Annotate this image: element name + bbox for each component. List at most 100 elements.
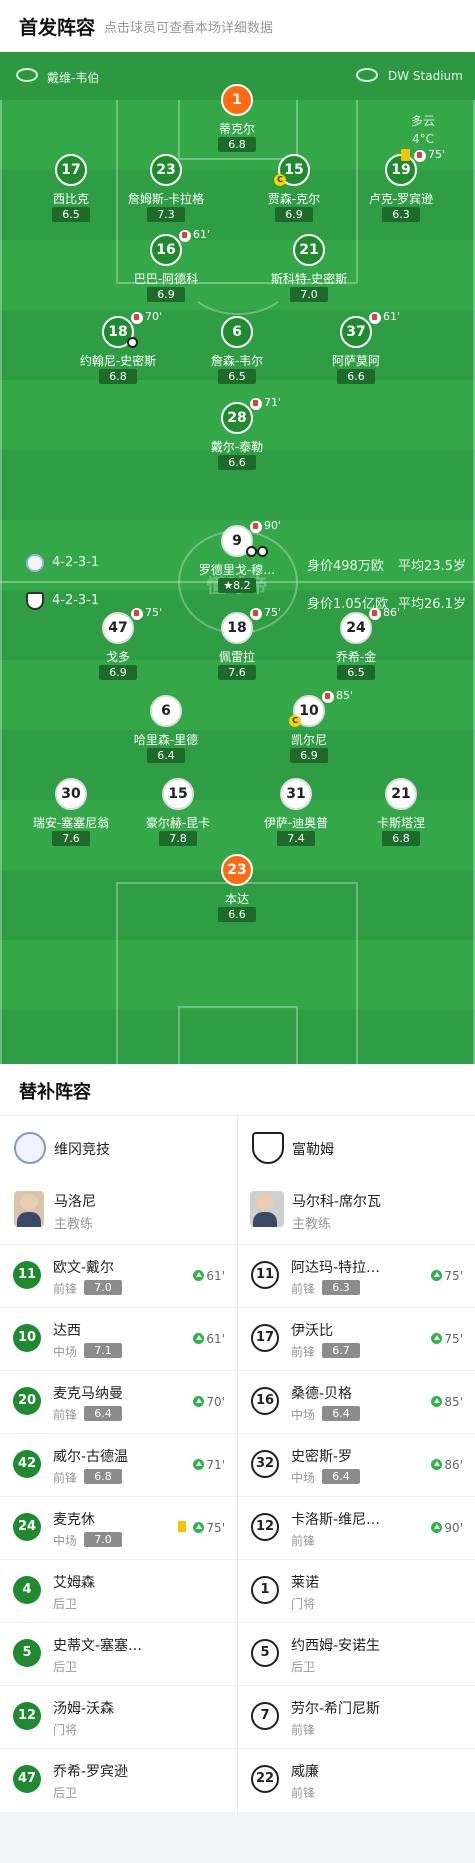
away-player[interactable]: 9 罗德里戈-穆… ★8.2 90' <box>177 519 297 595</box>
sub-player-row[interactable]: 11 阿达玛-特拉… 前锋 6.3 75' <box>238 1244 475 1307</box>
player-rating: 6.9 <box>290 748 328 763</box>
sub-player-row[interactable]: 42 威尔-古德温 前锋 6.8 71' <box>0 1433 237 1496</box>
jersey-number: 24 <box>340 612 372 644</box>
sub-on-minute: 85' <box>444 1395 463 1409</box>
sub-on-minute: 71' <box>206 1458 225 1472</box>
sub-on-icon <box>193 1396 205 1407</box>
away-subs-column: 富勒姆 马尔科-席尔瓦 主教练 11 阿达玛-特拉… 前锋 6.3 75' 17 伊沃比 前锋… <box>238 1116 475 1812</box>
sub-on-minute: 75' <box>444 1269 463 1283</box>
sub-player-row[interactable]: 10 达西 中场 7.1 61' <box>0 1307 237 1370</box>
sub-player-row[interactable]: 12 汤姆-沃森 门将 <box>0 1685 237 1748</box>
player-rating: 6.9 <box>147 287 185 302</box>
sub-player-name: 威尔-古德温 <box>53 1449 129 1465</box>
player-name: 蒂克尔 <box>218 122 255 136</box>
home-player[interactable]: 18 约翰尼-史密斯 6.8 70' <box>58 310 178 386</box>
stadium-icon <box>356 68 378 82</box>
away-player[interactable]: 23 本达 6.6 <box>177 854 297 924</box>
sub-off-icon <box>369 608 381 620</box>
jersey-number: 4 <box>13 1576 41 1604</box>
player-name: 詹森-韦尔 <box>210 354 264 368</box>
home-player[interactable]: 19 卢克-罗宾逊 6.3 75' <box>341 148 461 224</box>
away-player[interactable]: 15 豪尔赫-昆卡 7.8 <box>118 778 238 848</box>
sub-time: 61' <box>383 310 401 323</box>
coach-role: 主教练 <box>54 1217 94 1232</box>
home-player[interactable]: 16 巴巴-阿德科 6.9 61' <box>106 228 226 304</box>
player-rating: 6.8 <box>382 831 420 846</box>
sub-player-position: 后卫 <box>53 1786 78 1800</box>
home-player[interactable]: 1 蒂克尔 6.8 <box>177 84 297 154</box>
player-rating: 6.6 <box>337 369 375 384</box>
player-rating: 6.6 <box>218 907 256 922</box>
home-subs-team-name: 维冈竞技 <box>54 1142 110 1158</box>
sub-player-row[interactable]: 24 麦克休 中场 7.0 75' <box>0 1496 237 1559</box>
captain-badge: C <box>289 715 301 727</box>
home-player[interactable]: 23 詹姆斯-卡拉格 7.3 <box>106 154 226 224</box>
sub-player-row[interactable]: 4 艾姆森 后卫 <box>0 1559 237 1622</box>
sub-player-row[interactable]: 5 约西姆-安诺生 后卫 <box>238 1622 475 1685</box>
sub-on-minute: 75' <box>444 1332 463 1346</box>
sub-off-icon <box>250 398 262 410</box>
player-name: 戴尔-泰勒 <box>210 440 264 454</box>
away-player[interactable]: 10 凯尔尼 6.9 85' C <box>249 689 369 765</box>
sub-time: 75' <box>264 606 282 619</box>
away-coach[interactable]: 马尔科-席尔瓦 主教练 <box>238 1178 475 1244</box>
sub-on-time: 61' <box>193 1269 225 1283</box>
away-player[interactable]: 31 伊萨-迪奥普 7.4 <box>236 778 356 848</box>
sub-player-row[interactable]: 16 桑德-贝格 中场 6.4 85' <box>238 1370 475 1433</box>
jersey-number: 31 <box>280 778 312 810</box>
jersey-number: 11 <box>251 1261 279 1289</box>
sub-off-icon <box>131 608 143 620</box>
sub-player-row[interactable]: 32 史密斯-罗 中场 6.4 86' <box>238 1433 475 1496</box>
home-player[interactable]: 6 詹森-韦尔 6.5 <box>177 316 297 386</box>
sub-player-row[interactable]: 20 麦克马纳曼 前锋 6.4 70' <box>0 1370 237 1433</box>
sub-player-row[interactable]: 5 史蒂文-塞塞… 后卫 <box>0 1622 237 1685</box>
jersey-number: 16 <box>150 234 182 266</box>
sub-player-position: 前锋 <box>53 1282 78 1296</box>
sub-player-row[interactable]: 7 劳尔-希门尼斯 前锋 <box>238 1685 475 1748</box>
sub-time: 85' <box>336 689 354 702</box>
sub-player-row[interactable]: 22 威廉 前锋 <box>238 1748 475 1811</box>
sub-player-position: 门将 <box>291 1597 316 1611</box>
sub-on-minute: 61' <box>206 1332 225 1346</box>
away-player[interactable]: 47 戈多 6.9 75' <box>58 606 178 682</box>
player-name: 卢克-罗宾逊 <box>368 192 434 206</box>
jersey-number: 6 <box>150 695 182 727</box>
home-player[interactable]: 15 贾森-克尔 6.9 C <box>234 154 354 224</box>
coach-role: 主教练 <box>292 1217 332 1232</box>
player-name: 哈里森-里德 <box>133 733 199 747</box>
sub-player-position: 后卫 <box>53 1660 78 1674</box>
sub-player-row[interactable]: 1 莱诺 门将 <box>238 1559 475 1622</box>
home-player[interactable]: 21 斯科特-史密斯 7.0 <box>249 234 369 304</box>
away-player[interactable]: 24 乔希-金 6.5 86' <box>296 606 416 682</box>
sub-on-time: 71' <box>193 1458 225 1472</box>
away-subs-team[interactable]: 富勒姆 <box>238 1116 475 1178</box>
player-rating: 7.4 <box>277 831 315 846</box>
sub-on-time: 75' <box>193 1521 225 1535</box>
sub-player-row[interactable]: 12 卡洛斯-维尼… 前锋 90' <box>238 1496 475 1559</box>
away-player[interactable]: 21 卡斯塔涅 6.8 <box>341 778 461 848</box>
jersey-number: 21 <box>293 234 325 266</box>
sub-time: 71' <box>264 396 282 409</box>
avatar <box>250 1191 284 1227</box>
away-player[interactable]: 6 哈里森-里德 6.4 <box>106 695 226 765</box>
sub-player-row[interactable]: 47 乔希-罗宾逊 后卫 <box>0 1748 237 1811</box>
home-player[interactable]: 28 戴尔-泰勒 6.6 71' <box>177 396 297 472</box>
home-player[interactable]: 37 阿萨莫阿 6.6 61' <box>296 310 416 386</box>
home-coach[interactable]: 马洛尼 主教练 <box>0 1178 237 1244</box>
jersey-number: 23 <box>150 154 182 186</box>
weather: 多云 4°C <box>393 112 453 148</box>
sub-on-icon <box>431 1396 443 1407</box>
sub-player-rating: 6.4 <box>322 1406 360 1421</box>
sub-player-position: 前锋 <box>291 1534 316 1548</box>
home-subs-team[interactable]: 维冈竞技 <box>0 1116 237 1178</box>
player-rating: 6.5 <box>337 665 375 680</box>
sub-player-row[interactable]: 11 欧文-戴尔 前锋 7.0 61' <box>0 1244 237 1307</box>
sub-off-icon <box>131 312 143 324</box>
sub-on-icon <box>431 1459 443 1470</box>
sub-player-row[interactable]: 17 伊沃比 前锋 6.7 75' <box>238 1307 475 1370</box>
jersey-number: 11 <box>13 1261 41 1289</box>
away-player[interactable]: 30 瑞安-塞塞尼翁 7.6 <box>11 778 131 848</box>
sub-player-position: 后卫 <box>291 1660 316 1674</box>
away-player[interactable]: 18 佩雷拉 7.6 75' <box>177 606 297 682</box>
sub-player-name: 麦克马纳曼 <box>53 1386 123 1402</box>
